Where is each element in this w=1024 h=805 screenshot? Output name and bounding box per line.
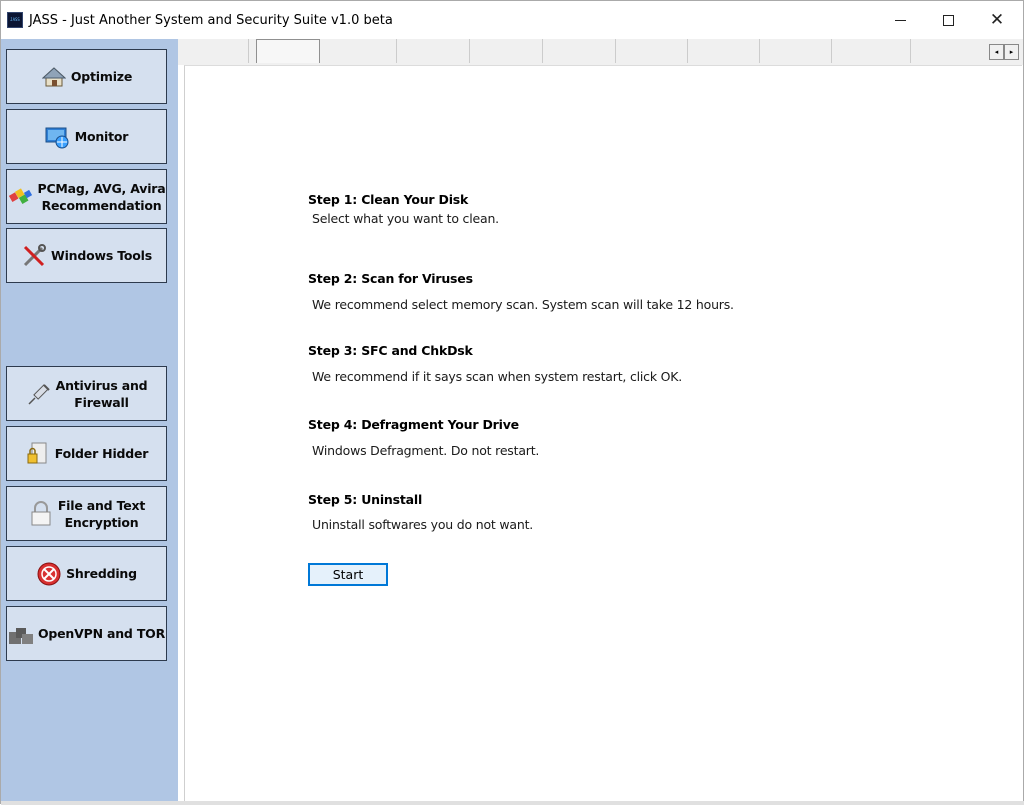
padlock-icon <box>28 500 54 527</box>
sidebar-item-label: Monitor <box>74 129 129 144</box>
network-icon <box>8 621 34 647</box>
sidebar-item-label: PCMag, AVG, Avira Recommendation <box>37 180 166 213</box>
maximize-icon <box>942 14 954 26</box>
tab-active[interactable] <box>256 39 320 63</box>
app-icon: JASS <box>7 12 23 28</box>
sidebar-item-label: Optimize <box>70 69 133 84</box>
shredder-icon <box>36 561 62 587</box>
step-3-description: We recommend if it says scan when system… <box>312 369 683 384</box>
sidebar: Optimize Monitor PCMag, AVG, Avira Recomm… <box>1 39 178 805</box>
tab-content: Step 1: Clean Your Disk Select what you … <box>184 65 1022 801</box>
sidebar-item-label: OpenVPN and TOR <box>37 626 165 641</box>
house-icon <box>41 64 67 90</box>
sidebar-item-encryption[interactable]: File and Text Encryption <box>6 486 167 541</box>
sidebar-item-label: Shredding <box>66 566 137 581</box>
colorful-blocks-icon <box>8 184 34 210</box>
sidebar-item-recommendation[interactable]: PCMag, AVG, Avira Recommendation <box>6 169 167 224</box>
step-5-description: Uninstall softwares you do not want. <box>312 517 534 532</box>
window-title: JASS - Just Another System and Security … <box>29 12 393 28</box>
monitor-icon <box>45 124 71 150</box>
step-1-description: Select what you want to clean. <box>312 211 499 226</box>
syringe-icon <box>26 381 52 407</box>
minimize-button[interactable] <box>877 1 923 39</box>
sidebar-item-windows-tools[interactable]: Windows Tools <box>6 228 167 283</box>
tab-blank[interactable] <box>543 39 616 63</box>
tab-blank[interactable] <box>616 39 688 63</box>
sidebar-item-folder-hidder[interactable]: Folder Hidder <box>6 426 167 481</box>
tab-blank[interactable] <box>324 39 397 63</box>
sidebar-item-optimize[interactable]: Optimize <box>6 49 167 104</box>
tab-scroll-left-button[interactable]: ◂ <box>989 44 1004 60</box>
sidebar-item-monitor[interactable]: Monitor <box>6 109 167 164</box>
app-window: JASS JASS - Just Another System and Secu… <box>0 0 1024 805</box>
tab-blank[interactable] <box>470 39 543 63</box>
step-5-title: Step 5: Uninstall <box>308 492 423 507</box>
step-1-title: Step 1: Clean Your Disk <box>308 192 469 207</box>
close-icon: ✕ <box>989 10 1005 30</box>
tab-scroll-right-button[interactable]: ▸ <box>1004 44 1019 60</box>
tab-strip: ◂ ▸ <box>178 39 1023 65</box>
sidebar-item-label: File and Text Encryption <box>57 497 146 530</box>
maximize-button[interactable] <box>925 1 971 39</box>
window-bottom-edge <box>1 801 1024 805</box>
title-bar[interactable]: JASS JASS - Just Another System and Secu… <box>1 1 1023 39</box>
step-4-description: Windows Defragment. Do not restart. <box>312 443 540 458</box>
start-button[interactable]: Start <box>308 563 388 586</box>
minimize-icon <box>894 19 906 21</box>
sidebar-item-openvpn[interactable]: OpenVPN and TOR <box>6 606 167 661</box>
sidebar-item-shredding[interactable]: Shredding <box>6 546 167 601</box>
sidebar-item-label: Folder Hidder <box>54 446 149 461</box>
tools-icon <box>21 243 47 269</box>
tab-blank[interactable] <box>178 39 249 63</box>
arrow-left-icon: ◂ <box>994 48 999 56</box>
step-4-title: Step 4: Defragment Your Drive <box>308 417 519 432</box>
folder-lock-icon <box>25 441 51 467</box>
tab-blank[interactable] <box>760 39 832 63</box>
arrow-right-icon: ▸ <box>1009 48 1014 56</box>
step-2-description: We recommend select memory scan. System … <box>312 297 734 312</box>
close-button[interactable]: ✕ <box>974 1 1020 39</box>
sidebar-item-antivirus[interactable]: Antivirus and Firewall <box>6 366 167 421</box>
sidebar-item-label: Windows Tools <box>50 248 152 263</box>
step-3-title: Step 3: SFC and ChkDsk <box>308 343 473 358</box>
sidebar-item-label: Antivirus and Firewall <box>55 377 148 410</box>
tab-blank[interactable] <box>397 39 470 63</box>
tab-scroll-arrows: ◂ ▸ <box>989 44 1019 60</box>
tab-blank[interactable] <box>688 39 760 63</box>
tab-blank[interactable] <box>832 39 911 63</box>
step-2-title: Step 2: Scan for Viruses <box>308 271 473 286</box>
